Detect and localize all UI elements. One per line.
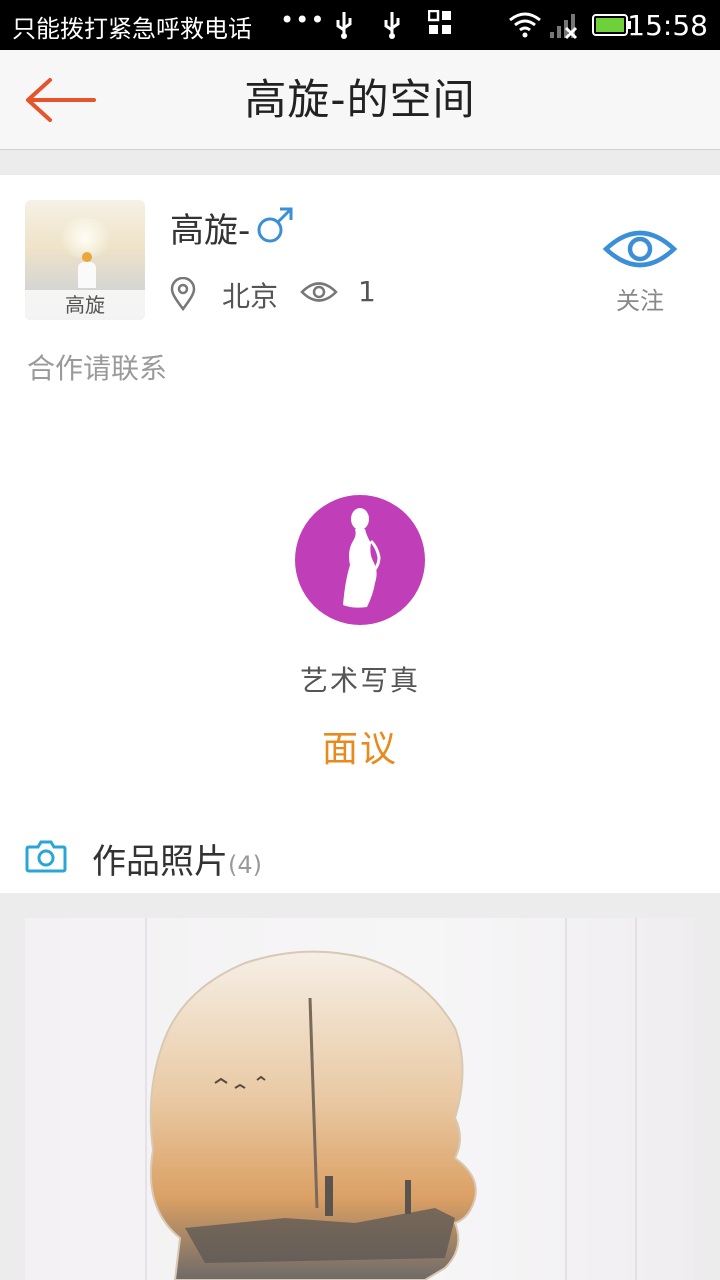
avatar[interactable]: 高旋 <box>25 200 145 320</box>
camera-icon <box>25 838 67 878</box>
no-signal-icon <box>548 10 580 46</box>
double-exposure-portrait-image <box>149 950 477 1280</box>
city-text: 北京 <box>222 280 279 313</box>
woman-silhouette-icon <box>343 508 381 608</box>
title-bar: 高旋-的空间 <box>0 50 720 150</box>
photos-count: (4) <box>228 851 262 879</box>
wifi-icon <box>508 10 542 44</box>
status-bar: 只能拨打紧急呼救电话 ••• 15:58 <box>0 0 720 50</box>
overflow-dots: ••• <box>280 6 326 34</box>
service-category-button[interactable] <box>295 495 425 625</box>
usb-debug-icon <box>380 10 404 46</box>
battery-icon <box>592 14 632 42</box>
view-count: 1 <box>358 275 376 308</box>
usb-icon <box>332 10 356 46</box>
location-icon <box>170 276 196 315</box>
service-name: 艺术写真 <box>299 664 420 697</box>
contact-hint: 合作请联系 <box>27 352 168 385</box>
portfolio-photo[interactable] <box>25 918 695 1280</box>
avatar-caption: 高旋 <box>25 290 145 320</box>
apps-icon <box>427 9 452 42</box>
follow-label: 关注 <box>616 287 664 315</box>
eye-icon <box>602 230 678 268</box>
photos-section-header: 作品照片(4) <box>0 830 720 890</box>
profile-card: 高旋 高旋- 北京 1 关注 合作请联系 艺术写真 面议 作品照片(4) <box>0 175 720 893</box>
page-title: 高旋-的空间 <box>244 75 476 124</box>
clock: 15:58 <box>627 9 708 42</box>
follow-button[interactable]: 关注 <box>600 223 680 318</box>
photos-title: 作品照片(4) <box>92 842 262 882</box>
male-icon <box>256 206 294 248</box>
user-name: 高旋- <box>170 211 251 251</box>
service-price: 面议 <box>321 729 398 770</box>
views-eye-icon <box>300 279 338 309</box>
carrier-text: 只能拨打紧急呼救电话 <box>12 15 252 43</box>
